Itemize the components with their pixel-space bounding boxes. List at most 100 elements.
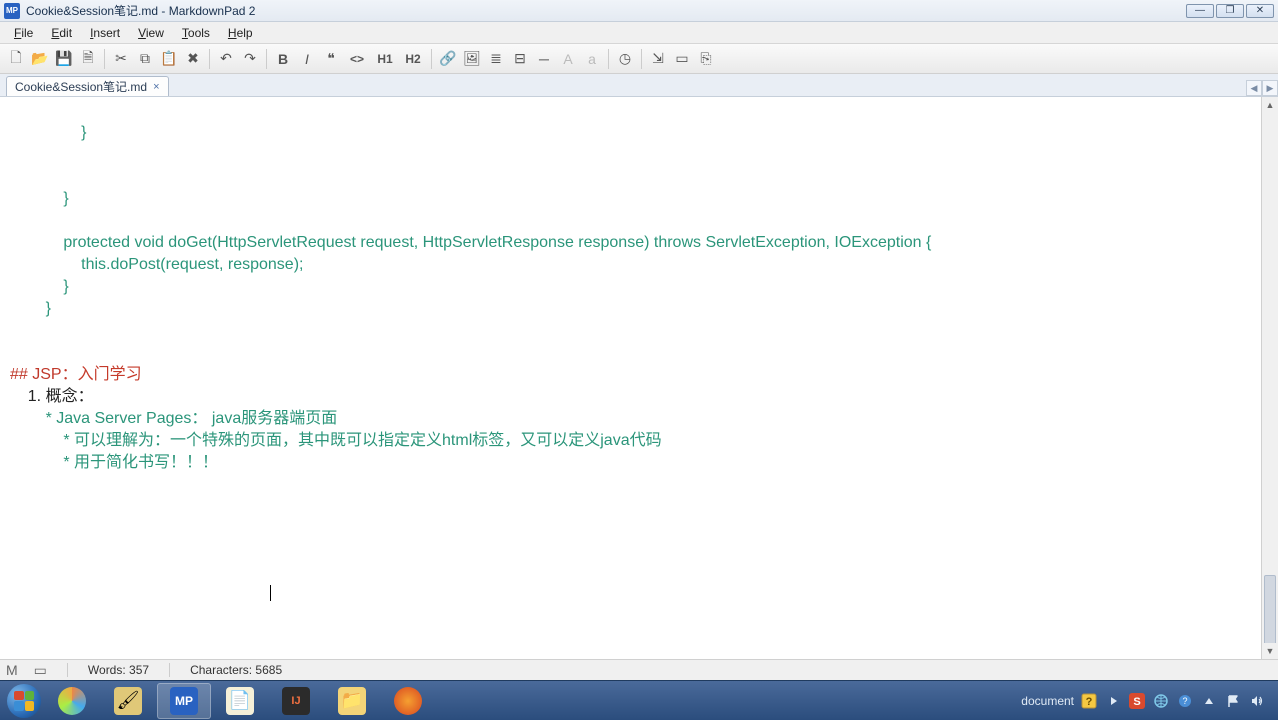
start-button[interactable] <box>4 683 44 719</box>
window-controls: — ❐ ✕ <box>1186 4 1274 18</box>
editor-container: } } protected void doGet(HttpServletRequ… <box>0 97 1278 659</box>
scroll-down-icon[interactable]: ▼ <box>1262 643 1278 659</box>
code-line: * 可以理解为：一个特殊的页面，其中既可以指定定义html标签，又可以定义jav… <box>10 432 662 449</box>
tab-active[interactable]: Cookie&Session笔记.md × <box>6 76 169 96</box>
app-icon: MP <box>4 3 20 19</box>
tab-nav: ◀ ▶ <box>1246 80 1278 96</box>
firefox-icon <box>394 687 422 715</box>
close-button[interactable]: ✕ <box>1246 4 1274 18</box>
separator <box>266 49 267 69</box>
taskbar-app-markdownpad[interactable]: MP <box>157 683 211 719</box>
taskbar: 🖌 MP 📄 IJ 📁 document ? S ? <box>0 680 1278 720</box>
system-tray: document ? S ? <box>1021 692 1274 710</box>
statusbar: M ▭ Words: 357 Characters: 5685 <box>0 659 1278 680</box>
delete-button[interactable]: ✖ <box>183 49 203 69</box>
tray-globe-icon[interactable] <box>1152 692 1170 710</box>
code-line: * Java Server Pages： java服务器端页面 <box>10 410 337 427</box>
separator <box>169 663 170 677</box>
tab-close-icon[interactable]: × <box>153 81 159 93</box>
word-count: Words: 357 <box>88 663 149 677</box>
uppercase-button[interactable]: A <box>558 49 578 69</box>
editor[interactable]: } } protected void doGet(HttpServletRequ… <box>0 97 1261 659</box>
taskbar-app-intellij[interactable]: IJ <box>269 683 323 719</box>
taskbar-app-explorer[interactable]: 📁 <box>325 683 379 719</box>
scroll-up-icon[interactable]: ▲ <box>1262 97 1278 113</box>
save-all-button[interactable]: 🗎 <box>78 49 98 69</box>
maximize-button[interactable]: ❐ <box>1216 4 1244 18</box>
taskbar-app-firefox[interactable] <box>381 683 435 719</box>
svg-text:S: S <box>1133 696 1140 708</box>
menubar: File Edit Insert View Tools Help <box>0 22 1278 44</box>
taskbar-app-notepad[interactable]: 📄 <box>213 683 267 719</box>
menu-insert[interactable]: Insert <box>82 24 128 42</box>
menu-help[interactable]: Help <box>220 24 261 42</box>
tray-up-icon[interactable] <box>1200 692 1218 710</box>
h1-button[interactable]: H1 <box>373 49 397 69</box>
minimize-button[interactable]: — <box>1186 4 1214 18</box>
tray-sogou-icon[interactable]: S <box>1128 692 1146 710</box>
tray-volume-icon[interactable] <box>1248 692 1266 710</box>
separator <box>641 49 642 69</box>
cut-button[interactable]: ✂ <box>111 49 131 69</box>
separator <box>608 49 609 69</box>
tab-next-icon[interactable]: ▶ <box>1262 80 1278 96</box>
menu-view[interactable]: View <box>130 24 172 42</box>
code-line: 1. 概念： <box>10 388 94 405</box>
svg-text:?: ? <box>1086 696 1093 708</box>
export-button[interactable]: ⇲ <box>648 49 668 69</box>
open-button[interactable]: 📂 <box>30 49 50 69</box>
code-line: } <box>10 278 69 295</box>
save-button[interactable]: 💾 <box>54 49 74 69</box>
image-button[interactable]: 🖼 <box>462 49 482 69</box>
tray-flag-icon[interactable] <box>1224 692 1242 710</box>
titlebar: MP Cookie&Session笔记.md - MarkdownPad 2 —… <box>0 0 1278 22</box>
quote-button[interactable]: ❝ <box>321 49 341 69</box>
ul-button[interactable]: ≣ <box>486 49 506 69</box>
tab-label: Cookie&Session笔记.md <box>15 78 147 95</box>
markdownpad-icon: MP <box>170 687 198 715</box>
tray-arrow-icon[interactable] <box>1104 692 1122 710</box>
markdown-icon: M <box>6 662 18 678</box>
book-icon: ▭ <box>34 662 47 679</box>
ol-button[interactable]: ⊟ <box>510 49 530 69</box>
code-line: } <box>10 300 51 317</box>
italic-button[interactable]: I <box>297 49 317 69</box>
new-button[interactable]: 🗋 <box>6 49 26 69</box>
code-line: this.doPost(request, response); <box>10 256 303 273</box>
menu-edit[interactable]: Edit <box>43 24 80 42</box>
copy-button[interactable]: ⧉ <box>135 49 155 69</box>
browser-button[interactable]: ⎘ <box>696 49 716 69</box>
link-button[interactable]: 🔗 <box>438 49 458 69</box>
redo-button[interactable]: ↷ <box>240 49 260 69</box>
menu-tools[interactable]: Tools <box>174 24 218 42</box>
paste-button[interactable]: 📋 <box>159 49 179 69</box>
menu-file[interactable]: File <box>6 24 41 42</box>
svg-text:?: ? <box>1182 696 1187 706</box>
separator <box>431 49 432 69</box>
windows-logo-icon <box>7 684 41 718</box>
tab-prev-icon[interactable]: ◀ <box>1246 80 1262 96</box>
timestamp-button[interactable]: ◷ <box>615 49 635 69</box>
notepad-icon: 📄 <box>226 687 254 715</box>
vertical-scrollbar[interactable]: ▲ ▼ <box>1261 97 1278 659</box>
undo-button[interactable]: ↶ <box>216 49 236 69</box>
bold-button[interactable]: B <box>273 49 293 69</box>
lowercase-button[interactable]: a <box>582 49 602 69</box>
tray-update-icon[interactable]: ? <box>1176 692 1194 710</box>
taskbar-app-1[interactable] <box>45 683 99 719</box>
code-line: ## JSP：入门学习 <box>10 366 142 383</box>
preview-button[interactable]: ▭ <box>672 49 692 69</box>
toolbar: 🗋 📂 💾 🗎 ✂ ⧉ 📋 ✖ ↶ ↷ B I ❝ <> H1 H2 🔗 🖼 ≣… <box>0 44 1278 74</box>
code-button[interactable]: <> <box>345 49 369 69</box>
paint-icon: 🖌 <box>114 687 142 715</box>
code-line: * 用于简化书写！！！ <box>10 454 218 471</box>
tray-help-icon[interactable]: ? <box>1080 692 1098 710</box>
intellij-icon: IJ <box>282 687 310 715</box>
tab-bar: Cookie&Session笔记.md × ◀ ▶ <box>0 74 1278 97</box>
code-line: protected void doGet(HttpServletRequest … <box>10 234 931 251</box>
h2-button[interactable]: H2 <box>401 49 425 69</box>
taskbar-app-2[interactable]: 🖌 <box>101 683 155 719</box>
code-line: } <box>10 124 86 141</box>
window-title: Cookie&Session笔记.md - MarkdownPad 2 <box>26 2 255 19</box>
hr-button[interactable]: ─ <box>534 49 554 69</box>
